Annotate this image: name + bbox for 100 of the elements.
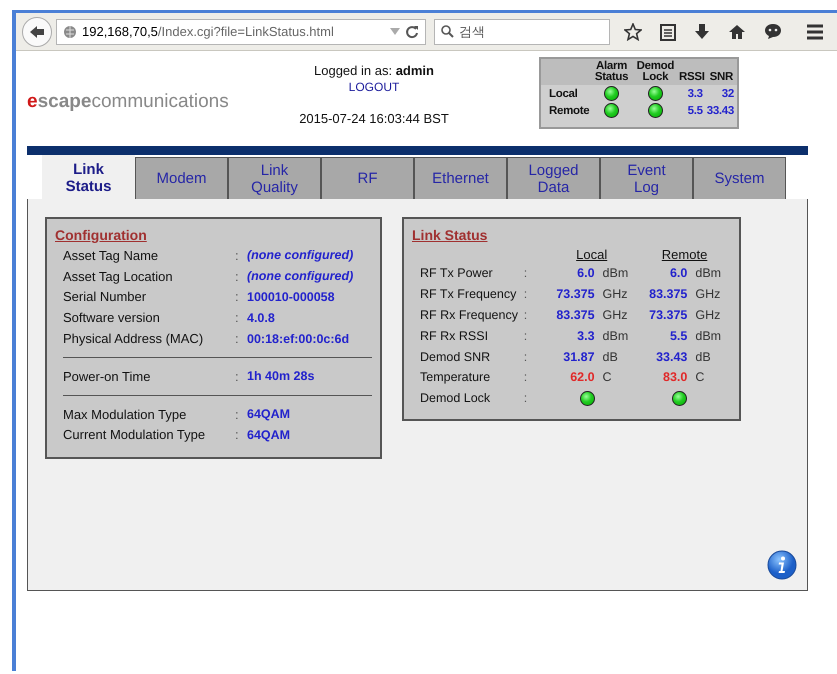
panel-title: Configuration [55, 227, 148, 243]
field-value: 100010-000058 [247, 290, 335, 304]
unit-label: dBm [602, 328, 630, 345]
row-label: RF Rx Frequency [419, 306, 519, 324]
info-icon[interactable] [767, 550, 797, 580]
separator: : [524, 348, 528, 366]
separator: : [235, 268, 240, 284]
row-label: RF Tx Power [419, 265, 494, 282]
clipboard-icon[interactable] [660, 22, 676, 40]
back-arrow-icon [29, 24, 45, 38]
search-field[interactable]: 검색 [434, 18, 610, 44]
field-value: (none configured) [247, 269, 354, 284]
reading-value: 83.375 [555, 306, 596, 324]
row-label: Remote [548, 104, 590, 118]
unit-label: dBm [602, 265, 630, 282]
field-label: Current Modulation Type [63, 427, 206, 442]
unit-label: dB [695, 348, 712, 366]
home-icon[interactable] [728, 24, 746, 40]
tab[interactable]: Link Quality [228, 157, 321, 199]
field-value: 64QAM [247, 407, 290, 422]
tab[interactable]: Link Status [42, 155, 135, 199]
panel-title: Link Status [412, 227, 488, 243]
tab[interactable]: Logged Data [507, 157, 600, 199]
field-value: (none configured) [247, 248, 354, 262]
separator: : [235, 310, 240, 326]
column-header: Remote [660, 246, 708, 263]
separator: : [524, 265, 528, 282]
snr-value: 32 [706, 85, 737, 102]
logo: escapecommunications [27, 90, 230, 114]
reading-value: 83.375 [648, 286, 688, 304]
field-label: Asset Tag Location [63, 268, 174, 284]
reading-value: 73.375 [648, 306, 688, 324]
field-label: Power-on Time [63, 368, 152, 384]
unit-label: GHz [695, 306, 722, 324]
separator: : [235, 368, 240, 384]
url-host: 192,168,70,5 [82, 24, 158, 39]
field-value: 00:18:ef:00:0c:6d [247, 332, 350, 346]
unit-label: GHz [602, 306, 629, 324]
unit-label: dBm [695, 265, 722, 282]
menu-icon[interactable] [806, 24, 824, 40]
rssi-value: 5.5 [686, 104, 704, 118]
field-value: 1h 40m 28s [247, 369, 314, 384]
rssi-value: 3.3 [678, 85, 706, 102]
field-value: 4.0.8 [247, 310, 275, 325]
column-header: Demod Lock [632, 59, 678, 85]
column-header: Local [575, 246, 608, 263]
timestamp: 2015-07-24 16:03:44 BST [299, 111, 449, 126]
login-status: Logged in as: admin [314, 63, 434, 78]
reading-value: 62.0 [569, 369, 596, 386]
separator: : [524, 328, 528, 345]
reload-icon[interactable] [405, 24, 419, 38]
back-button[interactable] [22, 16, 52, 46]
tab[interactable]: System [693, 157, 786, 199]
unit-label: GHz [602, 286, 629, 304]
tab[interactable]: RF [321, 157, 414, 199]
separator: : [524, 390, 528, 408]
separator: : [235, 289, 240, 304]
star-icon[interactable] [624, 22, 642, 40]
row-label: RF Tx Frequency [419, 286, 518, 304]
reading-value: 33.43 [638, 346, 696, 367]
url-path: /Index.cgi?file=LinkStatus.html [158, 24, 334, 39]
search-placeholder: 검색 [459, 22, 485, 40]
unit-label: C [602, 369, 613, 386]
tab[interactable]: Modem [135, 157, 228, 199]
chat-icon[interactable] [764, 23, 782, 40]
separator: : [235, 427, 240, 442]
logout-link[interactable]: LOGOUT [348, 80, 400, 94]
reading-value: 6.0 [576, 265, 596, 282]
column-header: SNR [706, 59, 737, 85]
reading-value: 83.0 [662, 369, 688, 386]
field-label: Asset Tag Name [63, 248, 160, 263]
separator: : [524, 306, 528, 324]
address-bar[interactable]: 192,168,70,5/Index.cgi?file=LinkStatus.html [56, 18, 426, 44]
row-label: Local [541, 85, 590, 102]
separator: : [235, 331, 240, 346]
reading-value: 6.0 [638, 263, 696, 284]
column-header: Alarm Status [590, 59, 633, 85]
separator: : [235, 406, 240, 422]
separator: : [524, 286, 528, 304]
reading-value: 31.87 [562, 348, 596, 366]
row-label: Demod Lock [419, 390, 492, 408]
field-label: Software version [63, 310, 161, 326]
field-label: Max Modulation Type [63, 406, 188, 422]
row-label: Temperature [419, 369, 492, 386]
reading-value: 3.3 [576, 328, 596, 345]
column-header: RSSI [678, 59, 706, 85]
unit-label: dB [602, 348, 619, 366]
reading-value: 5.5 [638, 325, 696, 346]
tab[interactable]: Event Log [600, 157, 693, 199]
snr-value: 33.43 [706, 104, 735, 118]
download-icon[interactable] [694, 22, 710, 40]
field-label: Physical Address (MAC) [63, 331, 204, 346]
unit-label: C [695, 369, 706, 386]
tab[interactable]: Ethernet [414, 157, 507, 199]
row-label: Demod SNR [419, 348, 492, 366]
separator: : [524, 369, 528, 386]
row-label: RF Rx RSSI [419, 328, 490, 345]
field-label: Serial Number [63, 289, 148, 304]
unit-label: GHz [695, 286, 722, 304]
search-icon [441, 25, 454, 38]
